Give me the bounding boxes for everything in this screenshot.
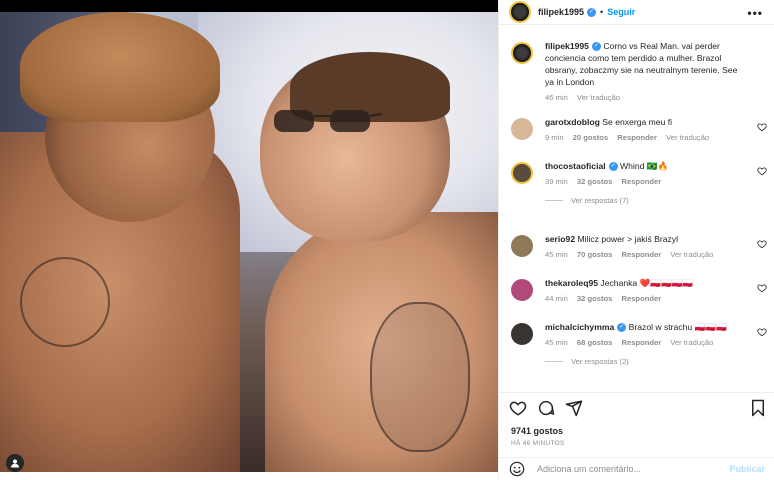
comment-meta: 9 min 20 gostos Responder Ver tradução <box>545 133 745 142</box>
author-username[interactable]: filipek1995 <box>538 7 584 17</box>
translate-button[interactable]: Ver tradução <box>666 133 709 142</box>
verified-icon: ✓ <box>617 323 627 333</box>
heart-icon[interactable] <box>757 122 767 132</box>
view-replies-button[interactable]: Ver respostas (7) <box>545 196 745 205</box>
comment-likes[interactable]: 32 gostos <box>577 177 612 186</box>
comment-likes[interactable]: 70 gostos <box>577 250 612 259</box>
comment-username[interactable]: garotxdoblog <box>545 117 600 127</box>
comment-item: serio92 Milicz power > jakiś Brazyl 45 m… <box>499 233 774 277</box>
caption-time[interactable]: 46 min <box>545 93 568 102</box>
commenter-avatar[interactable] <box>511 279 533 301</box>
reply-button[interactable]: Responder <box>622 177 662 186</box>
verified-icon: ✓ <box>587 7 597 17</box>
caption-translate[interactable]: Ver tradução <box>577 93 620 102</box>
translate-button[interactable]: Ver tradução <box>670 250 713 259</box>
comment-time[interactable]: 45 min <box>545 250 568 259</box>
comment-likes[interactable]: 32 gostos <box>577 294 612 303</box>
reply-button[interactable]: Responder <box>622 294 662 303</box>
share-icon[interactable] <box>565 399 583 417</box>
verified-icon: ✓ <box>591 42 601 52</box>
user-tag-icon[interactable] <box>6 454 24 472</box>
skull-tattoo <box>370 302 470 452</box>
verified-icon: ✓ <box>608 162 618 172</box>
post-date[interactable]: HÁ 46 MINUTOS <box>511 440 565 447</box>
caption-meta: 46 min Ver tradução <box>545 93 745 102</box>
straw-hat <box>20 12 220 122</box>
author-avatar[interactable] <box>509 1 531 23</box>
comment-item: thekaroleq95 Jechanka ❤️🇵🇱🇵🇱🇵🇱🇵🇱 44 min … <box>499 277 774 321</box>
dreamcatcher-tattoo <box>20 257 110 347</box>
commenter-avatar[interactable] <box>511 118 533 140</box>
comment-time[interactable]: 9 min <box>545 133 564 142</box>
comment-body: Se enxerga meu fi <box>602 117 673 127</box>
comment-text: garotxdoblog Se enxerga meu fi <box>545 116 745 128</box>
comment-likes[interactable]: 68 gostos <box>577 338 612 347</box>
likes-count[interactable]: 9741 gostos <box>511 426 563 436</box>
publish-button[interactable]: Publicar <box>729 464 765 474</box>
caption-text: filipek1995 ✓ Corno vs Real Man. vai perd… <box>545 40 745 88</box>
photo-top-bar <box>0 0 498 12</box>
commenter-avatar[interactable] <box>511 162 533 184</box>
translate-button[interactable]: Ver tradução <box>670 338 713 347</box>
reply-button[interactable]: Responder <box>617 133 657 142</box>
post-photo[interactable] <box>0 12 498 472</box>
caption-avatar[interactable] <box>511 42 533 64</box>
comment-likes[interactable]: 20 gostos <box>573 133 608 142</box>
follow-button[interactable]: Seguir <box>607 7 635 17</box>
comment-text: serio92 Milicz power > jakiś Brazyl <box>545 233 745 245</box>
comment-meta: 45 min 68 gostos Responder Ver tradução <box>545 338 745 347</box>
heart-icon[interactable] <box>757 239 767 249</box>
comments-list: filipek1995 ✓ Corno vs Real Man. vai perd… <box>499 40 774 383</box>
heart-icon[interactable] <box>757 283 767 293</box>
comment-body: Whind 🇧🇷🔥 <box>620 161 669 171</box>
comment-body: Milicz power > jakiś Brazyl <box>577 234 679 244</box>
view-replies-button[interactable]: Ver respostas (2) <box>545 357 745 366</box>
heart-icon[interactable] <box>509 399 527 417</box>
comment-time[interactable]: 39 min <box>545 177 568 186</box>
action-bar <box>499 392 774 422</box>
comment-icon[interactable] <box>537 399 555 417</box>
comment-input[interactable]: Adiciona um comentário... <box>537 464 729 474</box>
comment-username[interactable]: thocostaoficial <box>545 161 606 171</box>
commenter-avatar[interactable] <box>511 235 533 257</box>
comment-item: thocostaoficial ✓ Whind 🇧🇷🔥 39 min 32 gos… <box>499 160 774 233</box>
comment-username[interactable]: michalcichymma <box>545 322 614 332</box>
caption-username[interactable]: filipek1995 <box>545 41 589 51</box>
comment-time[interactable]: 44 min <box>545 294 568 303</box>
emoji-icon[interactable] <box>509 461 525 477</box>
comment-item: michalcichymma ✓ Brazol w strachu 🇵🇱🇵🇱🇵🇱 … <box>499 321 774 383</box>
post-side-panel: filipek1995 ✓ • Seguir ••• filipek1995 ✓ … <box>498 0 774 480</box>
heart-icon[interactable] <box>757 327 767 337</box>
reply-button[interactable]: Responder <box>622 338 662 347</box>
more-icon[interactable]: ••• <box>747 6 763 20</box>
comment-meta: 39 min 32 gostos Responder <box>545 177 745 186</box>
comment-time[interactable]: 45 min <box>545 338 568 347</box>
add-comment-bar: Adiciona um comentário... Publicar <box>499 457 774 480</box>
comment-text: michalcichymma ✓ Brazol w strachu 🇵🇱🇵🇱🇵🇱 <box>545 321 745 333</box>
reply-button[interactable]: Responder <box>622 250 662 259</box>
comment-body: Jechanka ❤️🇵🇱🇵🇱🇵🇱🇵🇱 <box>600 278 694 288</box>
heart-icon[interactable] <box>757 166 767 176</box>
save-icon[interactable] <box>749 399 767 417</box>
comment-meta: 45 min 70 gostos Responder Ver tradução <box>545 250 745 259</box>
replies-line <box>545 361 563 362</box>
view-replies-label[interactable]: Ver respostas (7) <box>571 196 629 205</box>
comment-text: thekaroleq95 Jechanka ❤️🇵🇱🇵🇱🇵🇱🇵🇱 <box>545 277 745 289</box>
separator-dot: • <box>600 7 604 17</box>
replies-line <box>545 200 563 201</box>
comment-item: garotxdoblog Se enxerga meu fi 9 min 20 … <box>499 116 774 160</box>
caption: filipek1995 ✓ Corno vs Real Man. vai perd… <box>499 40 774 116</box>
comment-body: Brazol w strachu 🇵🇱🇵🇱🇵🇱 <box>628 322 727 332</box>
comment-meta: 44 min 32 gostos Responder <box>545 294 745 303</box>
sunglasses <box>274 110 382 132</box>
comment-username[interactable]: serio92 <box>545 234 575 244</box>
comment-text: thocostaoficial ✓ Whind 🇧🇷🔥 <box>545 160 745 172</box>
post-header: filipek1995 ✓ • Seguir ••• <box>499 0 774 25</box>
view-replies-label[interactable]: Ver respostas (2) <box>571 357 629 366</box>
comment-username[interactable]: thekaroleq95 <box>545 278 598 288</box>
commenter-avatar[interactable] <box>511 323 533 345</box>
